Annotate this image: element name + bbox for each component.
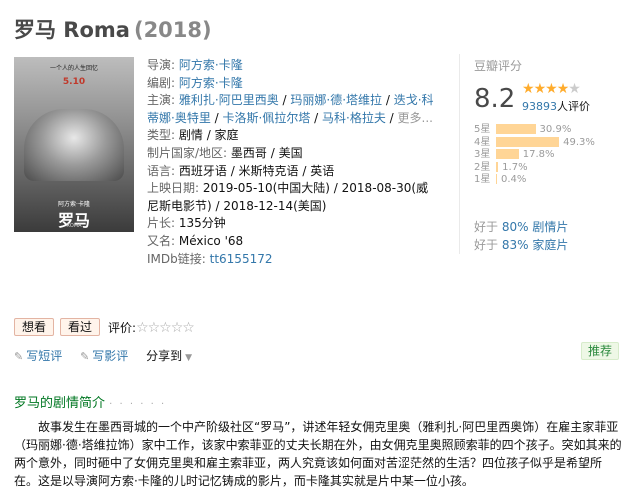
star-icon: ★ [556, 81, 570, 97]
movie-info: 导演: 阿方索·卡隆 编剧: 阿方索·卡隆 主演: 雅利扎·阿巴里西奥 / 玛丽… [147, 57, 440, 268]
info-cast: 主演: 雅利扎·阿巴里西奥 / 玛丽娜·德·塔维拉 / 迭戈·科蒂娜·奥特里 /… [147, 93, 434, 125]
interest-buttons: 想看 看过 评价:☆☆☆☆☆ [14, 318, 195, 336]
poster-date: 5.10 [62, 77, 86, 87]
rating-bar-fill [496, 124, 536, 134]
info-country: 制片国家/地区: 墨西哥 / 美国 [147, 145, 303, 160]
cast-link[interactable]: 马科·格拉夫 [322, 111, 386, 125]
info-language: 语言: 西班牙语 / 米斯特克语 / 英语 [147, 163, 335, 178]
rating-bar-row: 1星 0.4% [474, 174, 624, 187]
rating-bar-fill [496, 136, 560, 147]
star-empty-icon: ★ [568, 81, 581, 97]
rating-bar-label: 3星 [474, 149, 491, 160]
movie-year: (2018) [133, 18, 212, 42]
recommend-button[interactable]: 推荐 [580, 342, 619, 360]
rating-bar-label: 2星 [474, 161, 491, 173]
info-genre: 类型: 剧情 / 家庭 [147, 128, 239, 143]
my-rating-label: 评价: [108, 320, 137, 335]
rating-bar-pct: 1.7% [502, 161, 528, 173]
better-than: 好于 80% 剧情片 好于 83% 家庭片 [474, 218, 568, 254]
info-release: 上映日期: 2019-05-10(中国大陆) / 2018-08-30(威尼斯电… [147, 181, 429, 213]
rating-label: 豆瓣评分 [474, 59, 523, 73]
rating-bar-pct: 0.4% [501, 174, 527, 185]
cast-link[interactable]: 卡洛斯·佩拉尔塔 [223, 111, 311, 125]
info-runtime: 片长: 135分钟 [147, 216, 226, 231]
pencil-icon: ✎ [14, 350, 24, 363]
cast-link[interactable]: 玛丽娜·德·塔维拉 [290, 93, 382, 107]
rating-bar-pct: 49.3% [563, 136, 595, 148]
rating-bar-row: 5星 30.9% [474, 124, 624, 137]
info-writer: 编剧: 阿方索·卡隆 [147, 75, 243, 90]
chevron-down-icon: ▼ [185, 353, 193, 363]
star-icon: ★ [522, 81, 535, 97]
rating-breakdown: 5星 30.9% 4星 49.3% 3星 17.8% 2星 1.7% 1星 0.4% [474, 124, 624, 187]
info-imdb: IMDb链接: tt6155172 [147, 251, 273, 266]
info-aka: 又名: México '68 [147, 233, 244, 248]
rating-score: 8.2 [474, 84, 516, 114]
rating-bar-row: 4星 49.3% [474, 136, 624, 150]
rating-bar-label: 5星 [474, 124, 491, 135]
imdb-link[interactable]: tt6155172 [210, 252, 273, 266]
rating-panel: 豆瓣评分 8.2 ★★★★★ 93893人评价 5星 30.9% 4星 49.3% 3星… [474, 57, 624, 185]
rating-bar-pct: 30.9% [539, 124, 572, 135]
better-than-link[interactable]: 80% 剧情片 [502, 220, 569, 234]
share-dropdown[interactable]: 分享到 ▼ [146, 347, 192, 364]
movie-title: 罗马 Roma (2018) [14, 14, 212, 44]
my-rating-stars[interactable]: ☆☆☆☆☆ [136, 320, 195, 336]
better-than-link[interactable]: 83% 家庭片 [502, 238, 569, 252]
director-link[interactable]: 阿方索·卡隆 [179, 58, 243, 72]
rating-bar-label: 1星 [474, 174, 491, 185]
rating-bar-pct: 17.8% [522, 149, 555, 160]
rating-bar-label: 4星 [474, 136, 491, 148]
movie-name: 罗马 Roma [14, 18, 130, 42]
info-director: 导演: 阿方索·卡隆 [147, 58, 243, 72]
cast-link[interactable]: 雅利扎·阿巴里西奥 [179, 93, 279, 107]
synopsis-text: 故事发生在墨西哥城的一个中产阶级社区“罗马”，讲述年轻女佣克里奥（雅利扎·阿巴里… [14, 420, 622, 488]
movie-poster[interactable]: 一个人的人生回忆 5.10 阿方索·卡隆 罗马 ROMA [14, 57, 134, 232]
my-rating: 评价:☆☆☆☆☆ [108, 319, 195, 336]
rating-bar-fill [496, 174, 497, 184]
rating-bar-fill [496, 149, 519, 159]
cast-more-link[interactable]: 更多... [398, 111, 433, 125]
better-than-item: 好于 80% 剧情片 [474, 220, 569, 234]
poster-subtitle: ROMA [66, 223, 82, 229]
want-to-watch-button[interactable]: 想看 [14, 318, 55, 336]
rating-bar-fill [496, 161, 499, 172]
synopsis-heading: 罗马的剧情简介 · · · · · · [14, 396, 167, 411]
rating-votes: 93893人评价 [522, 100, 590, 113]
writer-link[interactable]: 阿方索·卡隆 [179, 76, 243, 90]
star-icon: ★ [545, 81, 558, 97]
star-icon: ★ [533, 81, 547, 97]
pencil-icon: ✎ [80, 350, 90, 363]
watched-button[interactable]: 看过 [60, 318, 101, 336]
rating-bar-row: 2星 1.7% [474, 161, 624, 175]
action-links: ✎ 写短评 ✎ 写影评 分享到 ▼ [14, 347, 206, 364]
poster-scene [24, 109, 124, 181]
poster-tagline: 一个人的人生回忆 [49, 65, 98, 72]
write-short-review-action[interactable]: ✎ 写短评 [14, 347, 62, 364]
write-review-action[interactable]: ✎ 写影评 [80, 347, 128, 364]
rating-bar-row: 3星 17.8% [474, 149, 624, 162]
vertical-divider [459, 54, 460, 254]
votes-link[interactable]: 93893 [522, 100, 557, 113]
rating-stars: ★★★★★ [522, 81, 581, 97]
better-than-item: 好于 83% 家庭片 [474, 238, 569, 252]
